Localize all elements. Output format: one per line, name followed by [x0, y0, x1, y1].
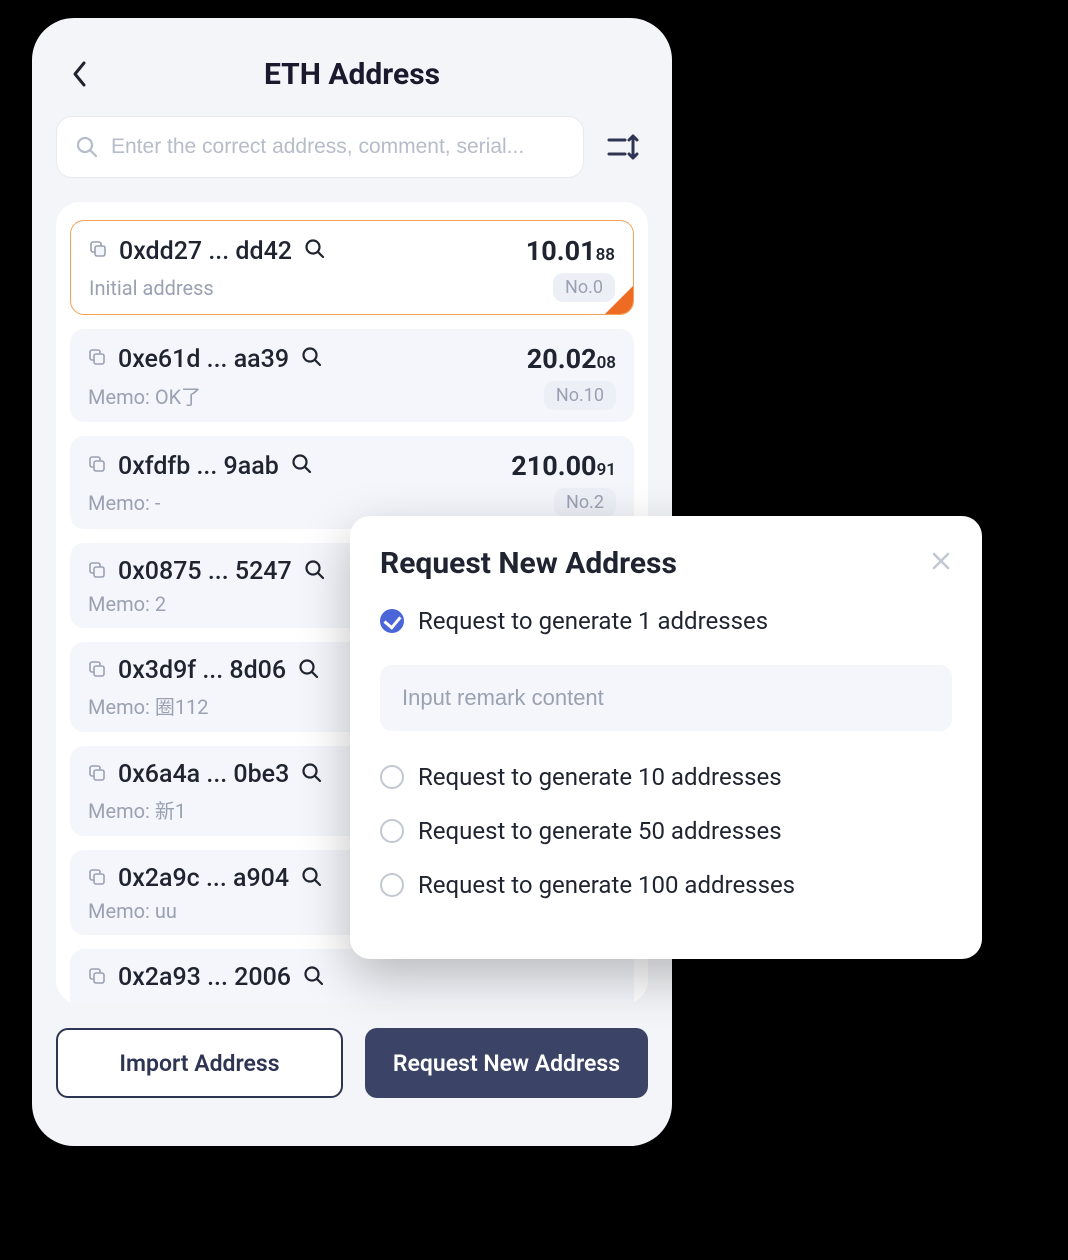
remark-input[interactable] — [380, 665, 952, 731]
memo-text: Memo: 哦哦 — [88, 998, 195, 1004]
address-card[interactable]: 0xdd27 ... dd42 10.0188 Initial addressNo.… — [70, 220, 634, 315]
address-text: 0x6a4a ... 0be3 — [118, 760, 289, 789]
memo-text: Memo: 新1 — [88, 795, 186, 824]
address-row-bottom: Memo: - No.2 — [88, 488, 616, 517]
address-text: 0x2a9c ... a904 — [118, 864, 289, 893]
radio-option[interactable]: Request to generate 10 addresses — [380, 763, 952, 791]
magnifier-icon[interactable] — [301, 346, 323, 372]
radio-label: Request to generate 10 addresses — [418, 763, 782, 791]
address-row-bottom: Memo: 哦哦 — [88, 998, 616, 1004]
search-icon — [75, 135, 99, 159]
memo-text: Initial address — [89, 276, 214, 300]
bottom-bar: Import Address Request New Address — [56, 1028, 648, 1098]
address-text: 0xfdfb ... 9aab — [118, 452, 279, 481]
radio-unchecked-icon[interactable] — [380, 765, 404, 789]
radio-label: Request to generate 100 addresses — [418, 871, 795, 899]
request-address-modal: Request New Address Request to generate … — [350, 516, 982, 959]
memo-text: Memo: 圈112 — [88, 691, 209, 720]
copy-icon[interactable] — [88, 348, 106, 370]
modal-title: Request New Address — [380, 546, 677, 581]
back-button[interactable] — [62, 56, 98, 92]
address-text: 0x2a93 ... 2006 — [118, 963, 291, 992]
modal-header: Request New Address — [380, 546, 952, 581]
address-row-top: 0x2a93 ... 2006 — [88, 963, 616, 992]
address-text: 0xe61d ... aa39 — [118, 345, 289, 374]
copy-icon[interactable] — [88, 868, 106, 890]
page-title: ETH Address — [264, 57, 440, 92]
magnifier-icon[interactable] — [303, 965, 325, 991]
radio-unchecked-icon[interactable] — [380, 873, 404, 897]
radio-label: Request to generate 1 addresses — [418, 607, 768, 635]
copy-icon[interactable] — [88, 764, 106, 786]
copy-icon[interactable] — [89, 240, 107, 262]
radio-unchecked-icon[interactable] — [380, 819, 404, 843]
radio-option[interactable]: Request to generate 100 addresses — [380, 871, 952, 899]
address-row-top: 0xfdfb ... 9aab 210.0091 — [88, 450, 616, 482]
modal-close-button[interactable] — [930, 550, 952, 578]
magnifier-icon[interactable] — [301, 762, 323, 788]
search-input[interactable] — [111, 135, 565, 159]
index-badge: No.2 — [554, 488, 616, 517]
copy-icon[interactable] — [88, 455, 106, 477]
address-row-top: 0xdd27 ... dd42 10.0188 — [89, 235, 615, 267]
address-row-top: 0xe61d ... aa39 20.0208 — [88, 343, 616, 375]
radio-checked-icon[interactable] — [380, 609, 404, 633]
request-new-address-button[interactable]: Request New Address — [365, 1028, 648, 1098]
memo-text: Memo: - — [88, 491, 160, 515]
magnifier-icon[interactable] — [304, 559, 326, 585]
magnifier-icon[interactable] — [304, 238, 326, 264]
index-badge: No.10 — [544, 381, 616, 410]
address-text: 0x0875 ... 5247 — [118, 557, 292, 586]
radio-option[interactable]: Request to generate 1 addresses — [380, 607, 952, 635]
balance-value: 210.0091 — [511, 450, 616, 482]
address-text: 0xdd27 ... dd42 — [119, 237, 292, 266]
address-row-bottom: Initial addressNo.0 — [89, 273, 615, 302]
copy-icon[interactable] — [88, 660, 106, 682]
memo-text: Memo: 2 — [88, 592, 166, 616]
magnifier-icon[interactable] — [301, 866, 323, 892]
magnifier-icon[interactable] — [291, 453, 313, 479]
address-row-bottom: Memo: OK了 No.10 — [88, 381, 616, 410]
copy-icon[interactable] — [88, 561, 106, 583]
balance-value: 20.0208 — [527, 343, 616, 375]
memo-text: Memo: OK了 — [88, 381, 201, 410]
sort-button[interactable] — [598, 122, 648, 172]
sort-icon — [606, 132, 640, 162]
radio-option[interactable]: Request to generate 50 addresses — [380, 817, 952, 845]
magnifier-icon[interactable] — [298, 658, 320, 684]
balance-value: 10.0188 — [526, 235, 615, 267]
search-row — [56, 116, 648, 178]
selected-corner-icon — [605, 286, 633, 314]
address-text: 0x3d9f ... 8d06 — [118, 656, 286, 685]
copy-icon[interactable] — [88, 967, 106, 989]
chevron-left-icon — [71, 60, 89, 88]
search-box[interactable] — [56, 116, 584, 178]
import-address-button[interactable]: Import Address — [56, 1028, 343, 1098]
memo-text: Memo: uu — [88, 899, 177, 923]
address-card[interactable]: 0xe61d ... aa39 20.0208 Memo: OK了 No.10 — [70, 329, 634, 422]
close-icon — [930, 550, 952, 572]
radio-label: Request to generate 50 addresses — [418, 817, 782, 845]
header: ETH Address — [56, 46, 648, 102]
